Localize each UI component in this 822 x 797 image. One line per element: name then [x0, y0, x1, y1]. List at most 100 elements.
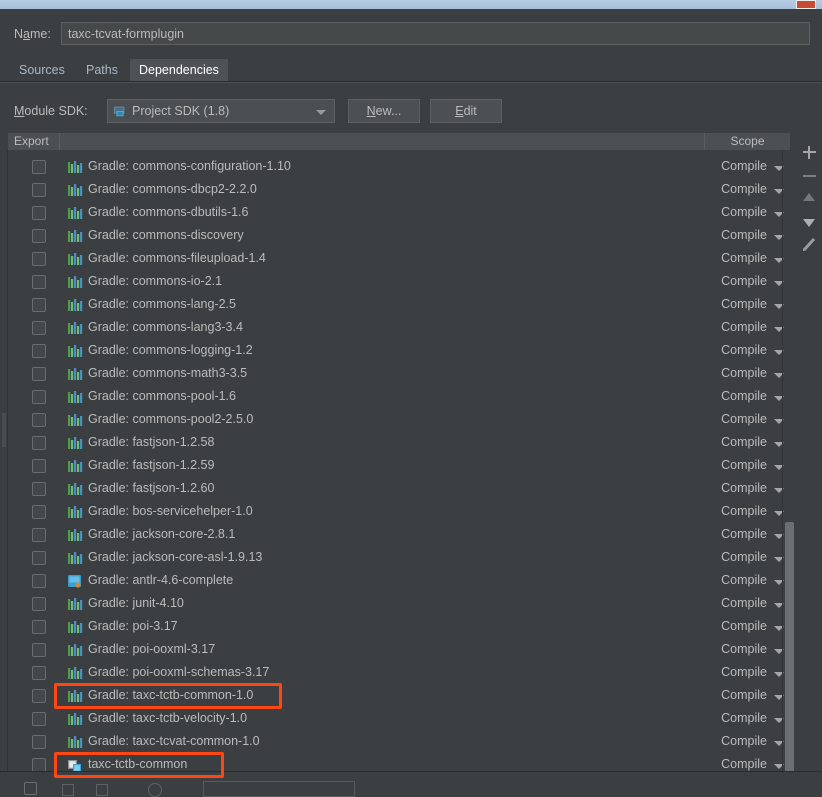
export-checkbox[interactable]	[32, 321, 46, 335]
scope-value[interactable]: Compile	[705, 435, 767, 449]
horizontal-scroll-indicator[interactable]	[2, 413, 6, 447]
table-row[interactable]: Gradle: commons-lang-2.5 Compile	[8, 294, 814, 317]
move-down-button[interactable]	[796, 210, 822, 233]
scope-value[interactable]: Compile	[705, 642, 767, 656]
table-row[interactable]: Gradle: commons-lang3-3.4 Compile	[8, 317, 814, 340]
scope-value[interactable]: Compile	[705, 596, 767, 610]
table-row[interactable]: Gradle: fastjson-1.2.60 Compile	[8, 478, 814, 501]
close-button[interactable]	[796, 0, 816, 9]
scope-value[interactable]: Compile	[705, 573, 767, 587]
column-header-name[interactable]	[60, 133, 705, 150]
table-row[interactable]: Gradle: poi-ooxml-schemas-3.17 Compile	[8, 662, 814, 685]
edit-sdk-button[interactable]: Edit	[430, 99, 502, 123]
table-row[interactable]: Gradle: jackson-core-2.8.1 Compile	[8, 524, 814, 547]
move-up-button[interactable]	[796, 187, 822, 210]
bottom-text-field[interactable]	[203, 781, 355, 797]
tab-paths[interactable]: Paths	[77, 59, 127, 81]
scope-value[interactable]: Compile	[705, 504, 767, 518]
table-row[interactable]: Gradle: commons-io-2.1 Compile	[8, 271, 814, 294]
scope-value[interactable]: Compile	[705, 481, 767, 495]
scope-value[interactable]: Compile	[705, 688, 767, 702]
scope-value[interactable]: Compile	[705, 205, 767, 219]
table-row[interactable]: Gradle: commons-dbutils-1.6 Compile	[8, 202, 814, 225]
scope-value[interactable]: Compile	[705, 159, 767, 173]
edit-dependency-button[interactable]	[796, 233, 822, 256]
export-checkbox[interactable]	[32, 597, 46, 611]
table-row[interactable]: Gradle: commons-pool2-2.5.0 Compile	[8, 409, 814, 432]
scope-value[interactable]: Compile	[705, 251, 767, 265]
export-checkbox[interactable]	[32, 735, 46, 749]
table-row[interactable]: Gradle: poi-ooxml-3.17 Compile	[8, 639, 814, 662]
export-checkbox[interactable]	[32, 413, 46, 427]
export-checkbox[interactable]	[32, 712, 46, 726]
table-row[interactable]: Gradle: commons-logging-1.2 Compile	[8, 340, 814, 363]
export-checkbox[interactable]	[32, 390, 46, 404]
export-checkbox[interactable]	[32, 367, 46, 381]
export-checkbox[interactable]	[32, 436, 46, 450]
export-checkbox[interactable]	[32, 183, 46, 197]
scope-value[interactable]: Compile	[705, 320, 767, 334]
export-checkbox[interactable]	[32, 206, 46, 220]
export-checkbox[interactable]	[32, 551, 46, 565]
export-checkbox[interactable]	[32, 482, 46, 496]
scope-value[interactable]: Compile	[705, 389, 767, 403]
table-row[interactable]: Gradle: bos-servicehelper-1.0 Compile	[8, 501, 814, 524]
scope-value[interactable]: Compile	[705, 366, 767, 380]
table-row[interactable]: Gradle: junit-4.10 Compile	[8, 593, 814, 616]
table-row[interactable]: Gradle: fastjson-1.2.59 Compile	[8, 455, 814, 478]
table-row[interactable]: Gradle: commons-math3-3.5 Compile	[8, 363, 814, 386]
tab-sources[interactable]: Sources	[10, 59, 74, 81]
scope-value[interactable]: Compile	[705, 228, 767, 242]
scope-value[interactable]: Compile	[705, 665, 767, 679]
scope-value[interactable]: Compile	[705, 527, 767, 541]
table-row[interactable]: Gradle: fastjson-1.2.58 Compile	[8, 432, 814, 455]
scope-value[interactable]: Compile	[705, 343, 767, 357]
table-row[interactable]: Gradle: taxc-tcvat-common-1.0 Compile	[8, 731, 814, 754]
table-row[interactable]: Gradle: taxc-tctb-common-1.0 Compile	[8, 685, 814, 708]
scope-value[interactable]: Compile	[705, 412, 767, 426]
export-checkbox[interactable]	[32, 689, 46, 703]
export-checkbox[interactable]	[32, 643, 46, 657]
table-row[interactable]: Gradle: commons-dbcp2-2.2.0 Compile	[8, 179, 814, 202]
scope-value[interactable]: Compile	[705, 711, 767, 725]
scope-value[interactable]: Compile	[705, 274, 767, 288]
module-sdk-dropdown[interactable]: Project SDK (1.8)	[107, 99, 335, 123]
export-checkbox[interactable]	[32, 229, 46, 243]
export-checkbox[interactable]	[32, 505, 46, 519]
export-checkbox[interactable]	[32, 252, 46, 266]
export-checkbox[interactable]	[32, 574, 46, 588]
scope-value[interactable]: Compile	[705, 734, 767, 748]
export-checkbox[interactable]	[32, 298, 46, 312]
scope-value[interactable]: Compile	[705, 619, 767, 633]
table-row[interactable]: Gradle: poi-3.17 Compile	[8, 616, 814, 639]
export-checkbox[interactable]	[32, 344, 46, 358]
export-checkbox[interactable]	[32, 160, 46, 174]
table-row[interactable]: Gradle: commons-discovery Compile	[8, 225, 814, 248]
column-header-export[interactable]: Export	[8, 133, 60, 150]
tab-dependencies[interactable]: Dependencies	[130, 59, 228, 81]
column-header-scope[interactable]: Scope	[705, 133, 790, 150]
scope-value[interactable]: Compile	[705, 757, 767, 771]
scope-value[interactable]: Compile	[705, 182, 767, 196]
vertical-scrollbar-thumb[interactable]	[785, 522, 794, 780]
export-checkbox[interactable]	[32, 758, 46, 771]
table-row[interactable]: taxc-tctb-common Compile	[8, 754, 814, 771]
table-row[interactable]: Gradle: commons-pool-1.6 Compile	[8, 386, 814, 409]
module-name-input[interactable]	[61, 22, 810, 45]
new-sdk-button[interactable]: New...	[348, 99, 420, 123]
export-checkbox[interactable]	[32, 275, 46, 289]
table-row[interactable]: Gradle: commons-configuration-1.10 Compil…	[8, 156, 814, 179]
table-row[interactable]: Gradle: taxc-tctb-velocity-1.0 Compile	[8, 708, 814, 731]
export-checkbox[interactable]	[32, 666, 46, 680]
dependencies-list[interactable]: Gradle: commons-configuration-1.10 Compil…	[8, 150, 814, 771]
add-dependency-button[interactable]	[796, 141, 822, 164]
table-row[interactable]: Gradle: commons-fileupload-1.4 Compile	[8, 248, 814, 271]
scope-value[interactable]: Compile	[705, 458, 767, 472]
remove-dependency-button[interactable]	[796, 164, 822, 187]
table-row[interactable]: Gradle: antlr-4.6-complete Compile	[8, 570, 814, 593]
export-checkbox[interactable]	[32, 459, 46, 473]
scope-value[interactable]: Compile	[705, 550, 767, 564]
export-checkbox[interactable]	[32, 620, 46, 634]
table-row[interactable]: Gradle: jackson-core-asl-1.9.13 Compile	[8, 547, 814, 570]
export-checkbox[interactable]	[32, 528, 46, 542]
